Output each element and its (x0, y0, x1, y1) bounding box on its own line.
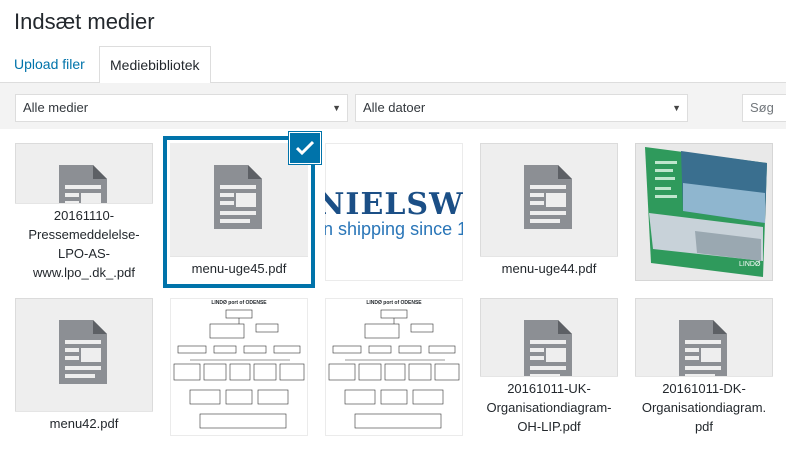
page-title: Indsæt medier (14, 9, 155, 34)
attachment-filename: menu-uge44.pdf (480, 256, 618, 281)
brochure-brand: LINDØ (739, 261, 761, 268)
attachment-item[interactable]: NIELSWIN n shipping since 1 (325, 143, 463, 281)
media-type-filter[interactable]: Alle medier ▼ (15, 94, 348, 122)
tab-upload-files[interactable]: Upload filer (4, 46, 95, 83)
document-icon (214, 165, 262, 229)
media-search-input[interactable]: Søg (742, 94, 786, 122)
media-type-filter-value: Alle medier (23, 100, 89, 115)
attachment-item[interactable]: LINDØ port of ODENSE (170, 298, 308, 436)
attachment-item[interactable]: 20161011-UK-Organisationdiagram-OH-LIP.p… (480, 298, 618, 436)
nielswin-tagline: n shipping since 1 (325, 219, 463, 239)
attachment-filename: 20161011-DK-Organisationdiagram.pdf (635, 376, 773, 436)
document-icon (524, 320, 572, 384)
media-tabs: Upload filer Mediebibliotek (0, 46, 786, 84)
attachment-item[interactable]: LINDØ port of ODENSE (325, 298, 463, 436)
org-chart-thumbnail (173, 309, 305, 429)
attachment-filename: 20161110-Pressemeddelelse-LPO-AS-www.lpo… (15, 203, 153, 281)
org-chart-heading: LINDØ port of ODENSE (211, 300, 267, 306)
media-date-filter-value: Alle datoer (363, 100, 426, 115)
document-icon (59, 320, 107, 384)
checkmark-icon (296, 140, 314, 156)
deselect-checkmark-button[interactable] (290, 133, 320, 163)
attachment-filename: menu42.pdf (15, 411, 153, 436)
org-chart-heading: LINDØ port of ODENSE (366, 300, 422, 306)
attachment-filename: 20161011-UK-Organisationdiagram-OH-LIP.p… (480, 376, 618, 436)
attachment-item[interactable]: menu-uge44.pdf (480, 143, 618, 281)
chevron-down-icon: ▼ (332, 103, 341, 113)
chevron-down-icon: ▼ (672, 103, 681, 113)
media-toolbar: Alle medier ▼ Alle datoer ▼ Søg (0, 83, 786, 129)
document-icon (679, 320, 727, 384)
attachment-item[interactable]: LINDØ (635, 143, 773, 281)
attachment-item-selected[interactable]: menu-uge45.pdf (170, 143, 308, 281)
tab-media-library[interactable]: Mediebibliotek (99, 46, 211, 84)
attachment-filename: menu-uge45.pdf (170, 256, 308, 281)
attachment-item[interactable]: menu42.pdf (15, 298, 153, 436)
attachment-item[interactable]: 20161110-Pressemeddelelse-LPO-AS-www.lpo… (15, 143, 153, 281)
org-chart-thumbnail (328, 309, 460, 429)
document-icon (524, 165, 572, 229)
media-date-filter[interactable]: Alle datoer ▼ (355, 94, 688, 122)
nielswin-logo: NIELSWIN (325, 187, 463, 222)
attachment-item[interactable]: 20161011-DK-Organisationdiagram.pdf (635, 298, 773, 436)
